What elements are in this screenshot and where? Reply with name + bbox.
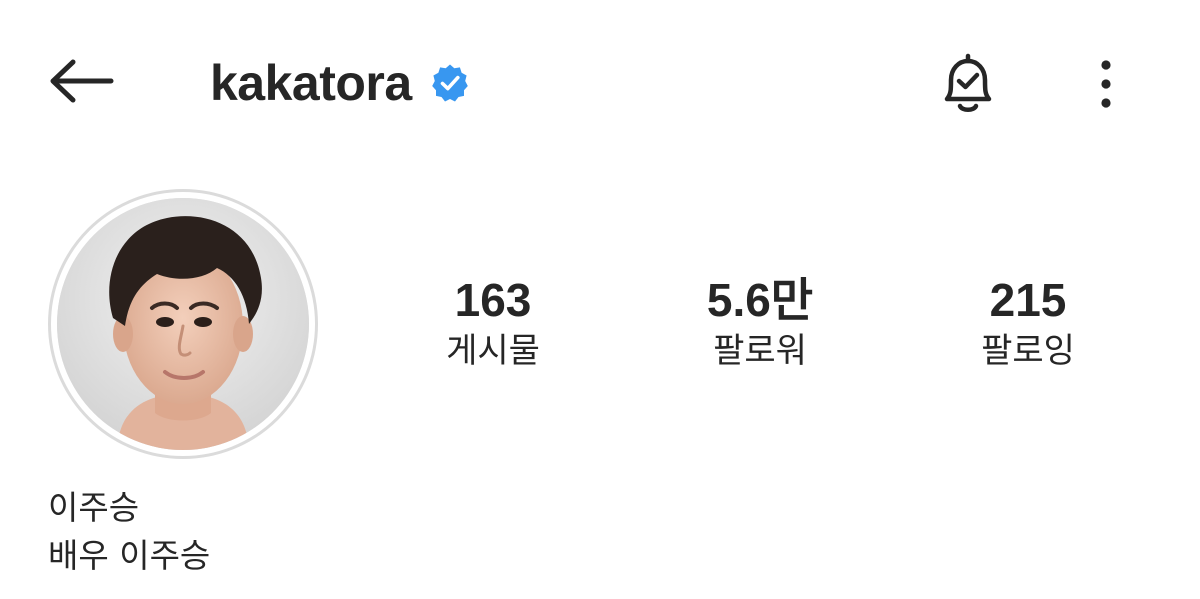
verified-badge-icon	[430, 63, 470, 103]
username-title: kakatora	[210, 52, 470, 114]
avatar	[57, 198, 309, 450]
profile-avatar[interactable]	[48, 189, 318, 459]
following-stat[interactable]: 215 팔로잉	[918, 272, 1138, 374]
username: kakatora	[210, 55, 412, 111]
posts-label: 게시물	[446, 331, 540, 371]
posts-count: 163	[454, 274, 532, 326]
profile-bio: 이주승 배우 이주승	[48, 484, 210, 580]
arrow-left-icon	[50, 59, 114, 103]
following-label: 팔로잉	[981, 331, 1075, 371]
more-options-button[interactable]	[1084, 52, 1128, 116]
notifications-button[interactable]	[930, 50, 1006, 120]
followers-label: 팔로워	[713, 331, 807, 371]
following-count: 215	[989, 274, 1067, 326]
followers-stat[interactable]: 5.6만 팔로워	[650, 272, 870, 374]
more-vertical-icon	[1101, 60, 1111, 108]
posts-stat[interactable]: 163 게시물	[383, 272, 603, 374]
bell-check-icon	[944, 53, 992, 112]
avatar-photo	[57, 198, 309, 450]
profile-header: kakatora	[0, 0, 1200, 170]
display-name: 이주승	[48, 488, 140, 527]
back-button[interactable]	[40, 50, 120, 112]
bio-text: 배우 이주승	[48, 536, 211, 575]
followers-count: 5.6만	[706, 274, 814, 326]
